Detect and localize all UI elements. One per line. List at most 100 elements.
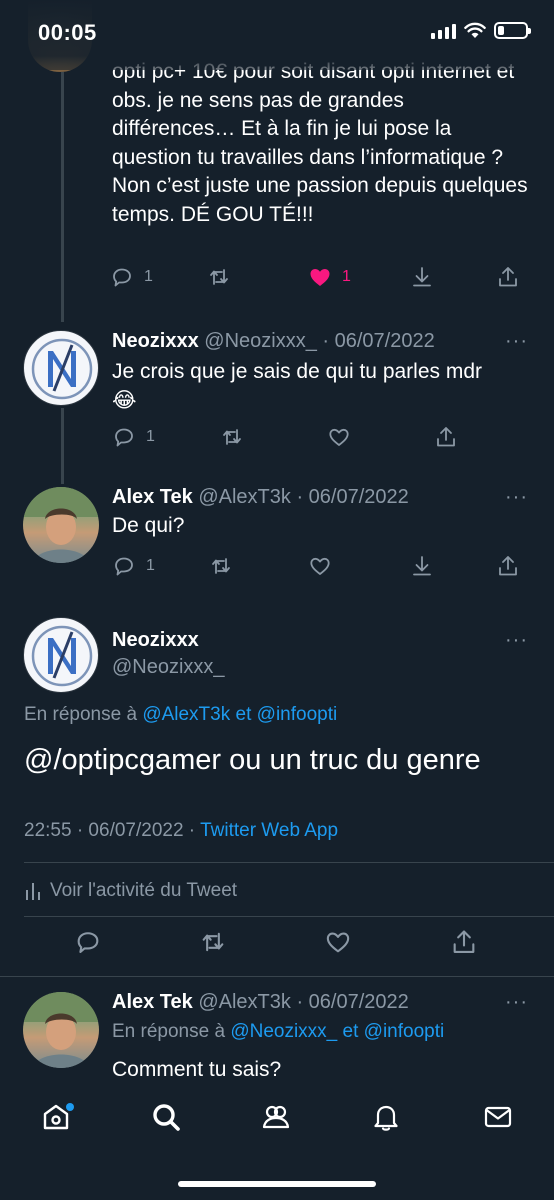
bookmark-button[interactable]	[410, 265, 434, 289]
display-name[interactable]: Neozixxx	[112, 330, 199, 352]
heart-icon	[326, 932, 350, 953]
retweet-button[interactable]	[220, 425, 244, 449]
retweet-button[interactable]	[209, 554, 233, 578]
reply-separator: et	[342, 1021, 359, 1042]
mention-link[interactable]: @AlexT3k	[142, 704, 230, 725]
like-count: 1	[342, 268, 351, 285]
messages-icon	[484, 1106, 512, 1128]
heart-icon	[329, 428, 349, 446]
tweet-text: Je crois que je sais de qui tu parles md…	[112, 360, 483, 412]
divider	[24, 862, 554, 863]
share-button[interactable]	[496, 554, 520, 578]
more-options-button[interactable]: ···	[505, 991, 528, 1014]
battery-icon	[494, 22, 531, 39]
mention-link[interactable]: @infoopti	[364, 1021, 445, 1042]
reply-button[interactable]: 1	[112, 554, 155, 578]
reply-separator: et	[235, 704, 252, 725]
activity-label: Voir l'activité du Tweet	[50, 880, 238, 901]
more-options-button[interactable]: ···	[505, 486, 528, 509]
reply-count: 1	[146, 557, 155, 574]
display-name: Neozixxx	[112, 629, 199, 651]
reply-button[interactable]: 1	[110, 265, 153, 289]
neozixxx-logo-icon	[31, 625, 93, 687]
like-button[interactable]	[327, 425, 351, 449]
display-name[interactable]: Alex Tek	[112, 991, 193, 1013]
avatar[interactable]	[23, 330, 99, 406]
reply-context: En réponse à @Neozixxx_ et @infoopti	[112, 1021, 444, 1043]
bookmark-button[interactable]	[410, 554, 434, 578]
home-indicator	[178, 1181, 376, 1187]
retweet-icon	[212, 558, 230, 574]
nav-search[interactable]	[146, 1097, 186, 1137]
tweet-actions: 1	[0, 554, 554, 586]
tweet-header: Alex Tek @AlexT3k · 06/07/2022	[112, 486, 409, 509]
reply-icon	[115, 428, 133, 447]
nav-home[interactable]	[36, 1097, 76, 1137]
handle-date: @AlexT3k · 06/07/2022	[198, 991, 409, 1013]
tweet-actions: 1 1	[0, 265, 554, 297]
avatar[interactable]	[23, 992, 99, 1068]
like-button[interactable]	[324, 928, 352, 956]
share-icon	[437, 427, 455, 447]
retweet-button[interactable]	[199, 928, 227, 956]
like-button[interactable]	[308, 554, 332, 578]
nav-communities[interactable]	[256, 1097, 296, 1137]
handle: @Neozixxx_	[112, 656, 225, 678]
tweet-text: opti pc+ 10€ pour soit disant opti inter…	[112, 60, 528, 226]
tweet-source-link[interactable]: Twitter Web App	[200, 820, 338, 841]
reply-icon	[115, 557, 133, 576]
nav-notifications[interactable]	[366, 1097, 406, 1137]
focused-display-name[interactable]: Neozixxx	[112, 629, 199, 652]
avatar[interactable]	[23, 617, 99, 693]
divider	[24, 916, 554, 917]
status-icons	[431, 22, 531, 39]
neozixxx-logo-icon	[31, 338, 93, 400]
more-options-button[interactable]: ···	[505, 330, 528, 353]
more-options-button[interactable]: ···	[505, 629, 528, 652]
reply-icon	[77, 932, 99, 953]
display-name[interactable]: Alex Tek	[112, 486, 193, 508]
communities-icon	[262, 1105, 290, 1129]
reply-count: 1	[146, 428, 155, 445]
avatar[interactable]	[23, 487, 99, 563]
wifi-icon	[464, 22, 486, 38]
alex-tek-photo-icon	[23, 487, 99, 563]
share-icon	[499, 556, 517, 576]
retweet-icon	[210, 269, 228, 285]
tweet-timestamp: 22:55 · 06/07/2022 ·	[24, 820, 196, 841]
reply-icon	[113, 268, 131, 287]
focused-handle[interactable]: @Neozixxx_	[112, 656, 225, 679]
retweet-icon	[223, 429, 241, 445]
reply-context: En réponse à @AlexT3k et @infoopti	[24, 704, 337, 726]
retweet-icon	[202, 932, 224, 952]
download-icon	[413, 267, 431, 287]
signal-icon	[431, 23, 456, 39]
divider	[0, 976, 554, 977]
reply-prefix: En réponse à	[24, 704, 138, 725]
share-button[interactable]	[496, 265, 520, 289]
heart-filled-icon	[310, 269, 330, 286]
reply-button[interactable]	[74, 928, 102, 956]
tweet-header: Neozixxx @Neozixxx_ · 06/07/2022	[112, 330, 435, 353]
tweet-activity-button[interactable]: Voir l'activité du Tweet	[24, 880, 237, 902]
notification-dot	[66, 1103, 74, 1111]
download-icon	[413, 556, 431, 576]
retweet-button[interactable]	[207, 265, 231, 289]
focused-tweet-text: @/optipcgamer ou un truc du genre	[24, 744, 481, 776]
like-button[interactable]: 1	[308, 265, 351, 289]
share-icon	[453, 930, 475, 953]
heart-icon	[310, 557, 330, 575]
status-time: 00:05	[38, 20, 97, 45]
share-button[interactable]	[450, 928, 478, 956]
search-icon	[153, 1104, 180, 1131]
twitter-thread-screen: 00:05 opti pc+ 10€ pour soit disant opti…	[0, 0, 554, 1200]
tweet-timestamp-row: 22:55 · 06/07/2022 · Twitter Web App	[24, 820, 338, 842]
mention-link[interactable]: @Neozixxx_	[230, 1021, 337, 1042]
share-button[interactable]	[434, 425, 458, 449]
nav-messages[interactable]	[478, 1097, 518, 1137]
status-bar: 00:05	[0, 0, 554, 70]
tweet-actions: 1	[0, 425, 554, 457]
mention-link[interactable]: @infoopti	[257, 704, 338, 725]
reply-prefix: En réponse à	[112, 1021, 226, 1042]
reply-button[interactable]: 1	[112, 425, 155, 449]
